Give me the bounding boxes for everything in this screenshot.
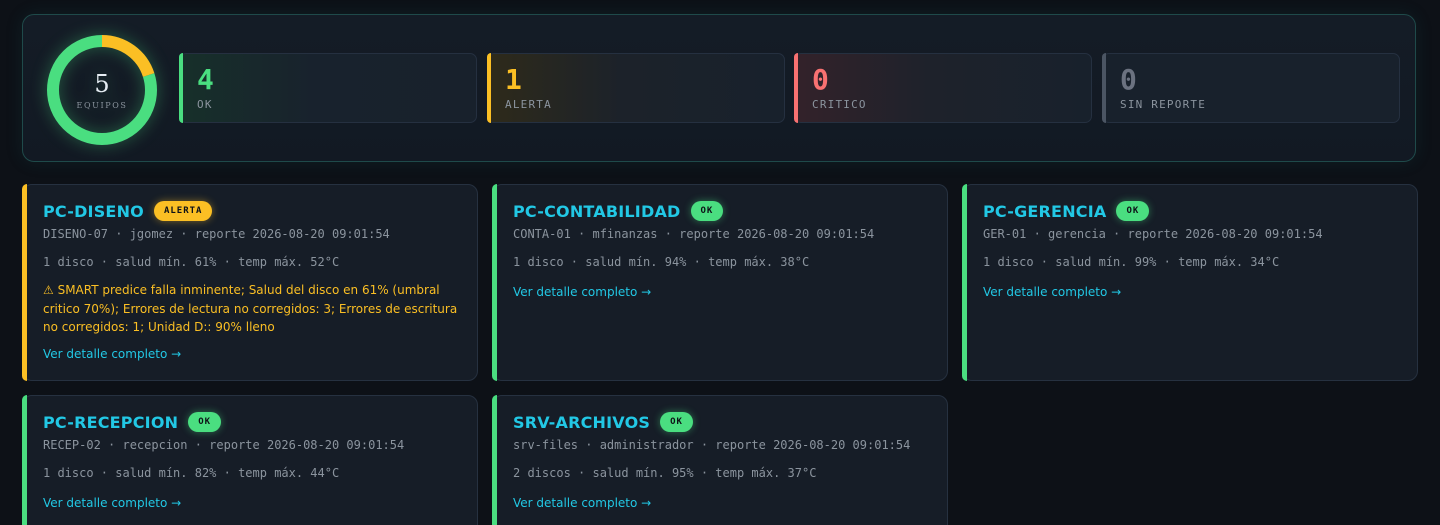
device-name: PC-CONTABILIDAD xyxy=(513,201,681,221)
donut-center: 5 EQUIPOS xyxy=(46,34,158,146)
card-status-accent xyxy=(962,184,967,381)
status-badge: OK xyxy=(690,201,724,221)
device-card-pc-diseno[interactable]: PC-DISENO ALERTA DISENO-07 · jgomez · re… xyxy=(22,184,478,381)
device-disk-stats: 1 disco · salud mín. 61% · temp máx. 52°… xyxy=(43,255,340,269)
view-details-link[interactable]: Ver detalle completo → xyxy=(43,347,181,361)
device-meta: DISENO-07 · jgomez · reporte 2026-08-20 … xyxy=(43,227,390,241)
device-disk-stats: 2 discos · salud mín. 95% · temp máx. 37… xyxy=(513,466,817,480)
status-donut-chart: 5 EQUIPOS xyxy=(46,34,158,146)
stat-no-report-accent xyxy=(1102,53,1106,123)
device-card-pc-gerencia[interactable]: PC-GERENCIA OK GER-01 · gerencia · repor… xyxy=(962,184,1418,381)
stat-critical[interactable]: 0 CRITICO xyxy=(794,53,1092,123)
total-devices-label: EQUIPOS xyxy=(76,100,128,110)
stat-no-report[interactable]: 0 SIN REPORTE xyxy=(1102,53,1400,123)
device-card-pc-contabilidad[interactable]: PC-CONTABILIDAD OK CONTA-01 · mfinanzas … xyxy=(492,184,948,381)
device-meta: GER-01 · gerencia · reporte 2026-08-20 0… xyxy=(983,227,1323,241)
device-card-pc-recepcion[interactable]: PC-RECEPCION OK RECEP-02 · recepcion · r… xyxy=(22,395,478,525)
stat-ok-accent xyxy=(179,53,183,123)
stat-no-report-label: SIN REPORTE xyxy=(1120,98,1207,111)
stat-no-report-value: 0 xyxy=(1120,63,1137,96)
stat-alert-value: 1 xyxy=(505,63,522,96)
card-status-accent xyxy=(22,184,27,381)
device-name: PC-RECEPCION xyxy=(43,412,179,432)
view-details-link[interactable]: Ver detalle completo → xyxy=(513,496,651,510)
device-card-srv-archivos[interactable]: SRV-ARCHIVOS OK srv-files · administrado… xyxy=(492,395,948,525)
status-badge: OK xyxy=(660,412,693,432)
device-meta: RECEP-02 · recepcion · reporte 2026-08-2… xyxy=(43,438,405,452)
status-badge: ALERTA xyxy=(153,201,213,221)
view-details-link[interactable]: Ver detalle completo → xyxy=(513,285,651,299)
view-details-link[interactable]: Ver detalle completo → xyxy=(43,496,181,510)
status-badge: OK xyxy=(188,412,222,432)
device-name: PC-DISENO xyxy=(43,201,144,221)
total-devices-count: 5 xyxy=(94,69,110,98)
stat-alert-label: ALERTA xyxy=(505,98,552,111)
stat-critical-accent xyxy=(794,53,798,123)
stat-ok-label: OK xyxy=(197,98,213,111)
card-status-accent xyxy=(492,395,497,525)
device-disk-stats: 1 disco · salud mín. 82% · temp máx. 44°… xyxy=(43,466,340,480)
view-details-link[interactable]: Ver detalle completo → xyxy=(983,285,1121,299)
card-header: PC-GERENCIA OK xyxy=(983,201,1150,221)
card-status-accent xyxy=(492,184,497,381)
device-disk-stats: 1 disco · salud mín. 94% · temp máx. 38°… xyxy=(513,255,810,269)
stat-critical-label: CRITICO xyxy=(812,98,867,111)
summary-panel: 5 EQUIPOS 4 OK 1 ALERTA 0 CRITICO 0 SIN … xyxy=(22,14,1416,162)
stat-alert-accent xyxy=(487,53,491,123)
stat-critical-value: 0 xyxy=(812,63,829,96)
device-disk-stats: 1 disco · salud mín. 99% · temp máx. 34°… xyxy=(983,255,1280,269)
card-header: PC-RECEPCION OK xyxy=(43,412,222,432)
stat-ok[interactable]: 4 OK xyxy=(179,53,477,123)
stat-ok-value: 4 xyxy=(197,63,214,96)
card-header: PC-DISENO ALERTA xyxy=(43,201,213,221)
device-warning-text: ⚠ SMART predice falla inminente; Salud d… xyxy=(43,283,458,334)
device-meta: CONTA-01 · mfinanzas · reporte 2026-08-2… xyxy=(513,227,875,241)
device-name: PC-GERENCIA xyxy=(983,201,1107,221)
card-header: PC-CONTABILIDAD OK xyxy=(513,201,724,221)
stat-alert[interactable]: 1 ALERTA xyxy=(487,53,785,123)
card-status-accent xyxy=(22,395,27,525)
device-meta: srv-files · administrador · reporte 2026… xyxy=(513,438,911,452)
card-header: SRV-ARCHIVOS OK xyxy=(513,412,693,432)
device-name: SRV-ARCHIVOS xyxy=(513,412,651,432)
status-badge: OK xyxy=(1116,201,1150,221)
